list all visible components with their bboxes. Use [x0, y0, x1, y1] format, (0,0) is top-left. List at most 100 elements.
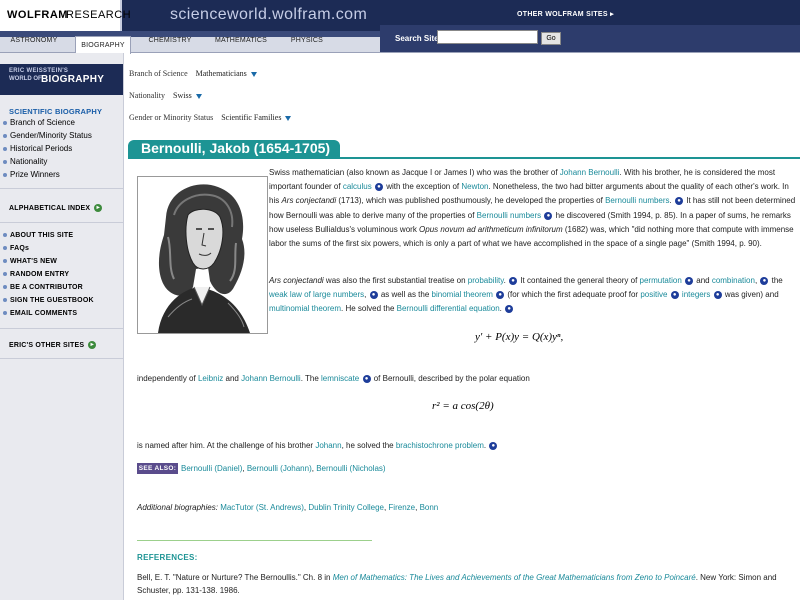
sidebar-item-nationality[interactable]: Nationality — [3, 157, 47, 166]
tab-chemistry[interactable]: CHEMISTRY — [140, 37, 200, 52]
link-bernoulli-johann[interactable]: Bernoulli (Johann) — [247, 464, 312, 473]
link-johann[interactable]: Johann — [315, 441, 341, 450]
link-bernoulli-numbers[interactable]: Bernoulli numbers — [605, 196, 669, 205]
mathworld-info-icon[interactable]: ● — [670, 291, 679, 300]
world-of-biography-logo[interactable]: ERIC WEISSTEIN'S WORLD OF BIOGRAPHY — [0, 64, 123, 95]
portrait-engraving — [138, 177, 267, 333]
erics-other-sites-link[interactable]: ERIC'S OTHER SITES ▸ — [9, 341, 97, 349]
filter-label: Gender or Minority Status — [129, 113, 214, 122]
link-johann-bernoulli[interactable]: Johann Bernoulli — [560, 168, 620, 177]
mathworld-info-icon[interactable]: ● — [509, 277, 518, 285]
filter-gender: Gender or Minority Status Scientific Fami… — [129, 113, 292, 122]
mathworld-info-icon[interactable]: ● — [362, 375, 371, 383]
sidebar-link-whats-new[interactable]: WHAT'S NEW — [3, 258, 57, 265]
bullet-icon — [3, 259, 7, 264]
link-newton[interactable]: Newton — [461, 182, 488, 191]
link-combination[interactable]: combination — [712, 276, 755, 285]
other-sites-label: ERIC'S OTHER SITES — [9, 341, 85, 349]
bullet-icon — [3, 298, 7, 303]
other-wolfram-sites-link[interactable]: OTHER WOLFRAM SITES ▸ — [517, 10, 614, 18]
sidebar-item-prize[interactable]: Prize Winners — [3, 170, 60, 179]
arrow-right-icon: ▸ — [94, 204, 103, 212]
link-probability[interactable]: probability — [468, 276, 504, 285]
link-mactutor[interactable]: MacTutor (St. Andrews) — [220, 503, 304, 512]
reference-bell: Bell, E. T. "Nature or Nurture? The Bern… — [137, 573, 777, 595]
bullet-icon — [3, 159, 7, 164]
mathworld-info-icon[interactable]: ● — [544, 211, 553, 220]
title-underline — [128, 157, 800, 159]
link-bernoulli-daniel[interactable]: Bernoulli (Daniel) — [181, 464, 242, 473]
filter-value[interactable]: Swiss — [173, 91, 192, 100]
link-bernoulli-differential-equation[interactable]: Bernoulli differential equation — [397, 304, 500, 313]
mathworld-info-icon[interactable]: ● — [685, 277, 694, 285]
alphabetical-index-link[interactable]: ALPHABETICAL INDEX ▸ — [9, 204, 103, 212]
tab-physics[interactable]: PHYSICS — [282, 37, 332, 52]
mathworld-info-icon[interactable]: ● — [369, 291, 378, 300]
sidebar-item-historical[interactable]: Historical Periods — [3, 144, 72, 153]
go-button[interactable]: Go — [541, 32, 561, 45]
equation-bernoulli-de: y′ + P(x)y = Q(x)yⁿ, — [475, 331, 564, 343]
sidebar-link-guestbook[interactable]: SIGN THE GUESTBOOK — [3, 297, 94, 304]
sidebar-link-about[interactable]: ABOUT THIS SITE — [3, 232, 73, 239]
alpha-index-label: ALPHABETICAL INDEX — [9, 204, 91, 212]
search-label: Search Site — [395, 34, 439, 43]
bullet-icon — [3, 285, 7, 290]
sidebar-link-contributor[interactable]: BE A CONTRIBUTOR — [3, 284, 83, 291]
link-permutation[interactable]: permutation — [640, 276, 682, 285]
sidebar-link-label: BE A CONTRIBUTOR — [10, 284, 83, 291]
biography-paragraph-1: Swiss mathematician (also known as Jacqu… — [269, 168, 796, 249]
link-brachistochrone[interactable]: brachistochrone problem — [396, 441, 484, 450]
link-johann-bernoulli-2[interactable]: Johann Bernoulli — [241, 374, 301, 383]
tab-astronomy[interactable]: ASTRONOMY — [0, 37, 68, 52]
link-binomial-theorem[interactable]: binomial theorem — [432, 290, 493, 299]
sidebar-item-gender[interactable]: Gender/Minority Status — [3, 131, 92, 140]
see-also-badge: SEE ALSO: — [137, 463, 178, 474]
link-bernoulli-nicholas[interactable]: Bernoulli (Nicholas) — [316, 464, 385, 473]
link-lemniscate[interactable]: lemniscate — [321, 374, 359, 383]
brand-bold: WOLFRAM — [7, 9, 68, 21]
link-weak-law[interactable]: weak law of large numbers — [269, 290, 364, 299]
dropdown-triangle-icon[interactable] — [250, 71, 257, 77]
mathworld-info-icon[interactable]: ● — [496, 291, 505, 300]
search-input[interactable] — [437, 30, 538, 44]
tab-biography[interactable]: BIOGRAPHY — [75, 36, 131, 54]
sidebar-item-branch[interactable]: Branch of Science — [3, 118, 75, 127]
references-heading: REFERENCES: — [137, 553, 198, 562]
link-bonn[interactable]: Bonn — [420, 503, 439, 512]
bullet-icon — [3, 311, 7, 316]
sidebar-section-title: SCIENTIFIC BIOGRAPHY — [9, 107, 103, 116]
sidebar-link-email[interactable]: EMAIL COMMENTS — [3, 310, 77, 317]
sidebar-link-faqs[interactable]: FAQs — [3, 245, 29, 252]
mathworld-info-icon[interactable]: ● — [713, 291, 722, 300]
dropdown-triangle-icon[interactable] — [195, 93, 202, 99]
link-multinomial-theorem[interactable]: multinomial theorem — [269, 304, 341, 313]
mathworld-info-icon[interactable]: ● — [489, 442, 498, 450]
tab-mathematics[interactable]: MATHEMATICS — [208, 37, 274, 52]
filter-value[interactable]: Scientific Families — [221, 113, 281, 122]
additional-biographies: Additional biographies: MacTutor (St. An… — [137, 503, 439, 512]
dropdown-triangle-icon[interactable] — [285, 115, 292, 121]
link-men-of-mathematics[interactable]: Men of Mathematics: The Lives and Achiev… — [333, 573, 696, 582]
mathworld-info-icon[interactable]: ● — [675, 197, 683, 206]
mathworld-info-icon[interactable]: ● — [760, 277, 769, 285]
mathworld-info-icon[interactable]: ● — [505, 305, 514, 314]
bullet-icon — [3, 233, 7, 238]
filter-label: Nationality — [129, 91, 165, 100]
filter-branch: Branch of Science Mathematicians — [129, 69, 257, 78]
link-dublin-trinity[interactable]: Dublin Trinity College — [308, 503, 384, 512]
link-bernoulli-numbers-2[interactable]: Bernoulli numbers — [477, 211, 541, 220]
link-firenze[interactable]: Firenze — [388, 503, 415, 512]
site-title[interactable]: scienceworld.wolfram.com — [170, 6, 367, 24]
link-leibniz[interactable]: Leibniz — [198, 374, 223, 383]
link-calculus[interactable]: calculus — [343, 182, 372, 191]
wolfram-research-logo[interactable]: WOLFRAM RESEARCH — [0, 0, 131, 31]
sidebar-link-label: WHAT'S NEW — [10, 258, 58, 265]
sidebar-link-random[interactable]: RANDOM ENTRY — [3, 271, 69, 278]
filter-value[interactable]: Mathematicians — [196, 69, 247, 78]
mathworld-info-icon[interactable]: ● — [374, 183, 383, 192]
link-positive[interactable]: positive — [640, 290, 667, 299]
link-integers[interactable]: integers — [682, 290, 710, 299]
sidebar-divider — [0, 222, 123, 223]
filter-label: Branch of Science — [129, 69, 188, 78]
logo-line2: WORLD OF — [9, 76, 42, 82]
